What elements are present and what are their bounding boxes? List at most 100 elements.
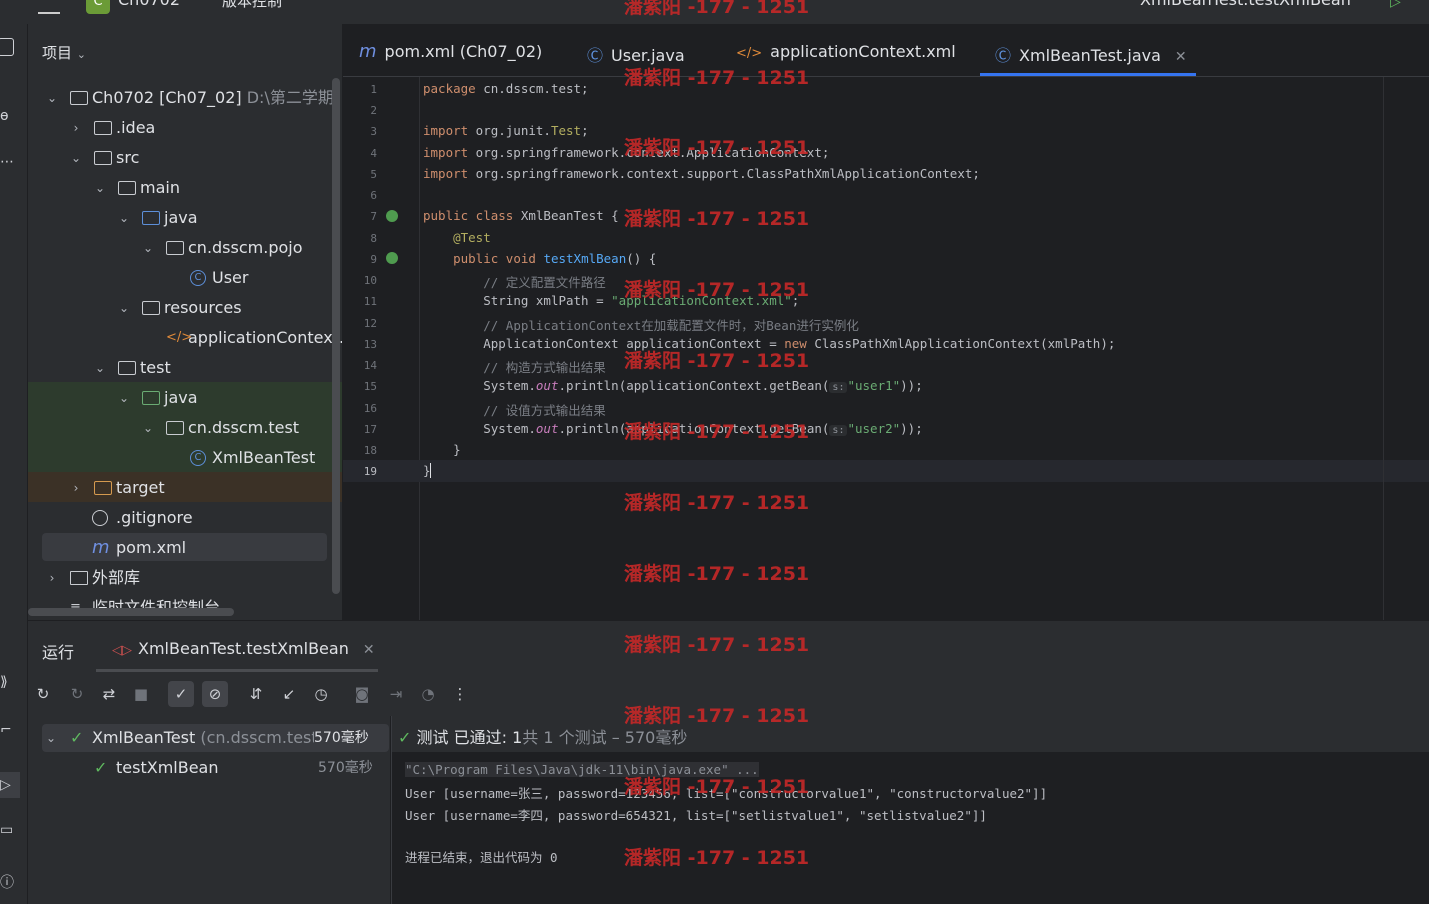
coverage-icon[interactable]: ◔: [418, 684, 438, 704]
tree-item-pom[interactable]: m pom.xml: [28, 533, 328, 563]
watermark: 潘紫阳 -177 - 1251: [624, 492, 810, 514]
class-icon: C: [190, 270, 206, 286]
vcs-menu[interactable]: 版本控制: [222, 0, 282, 11]
line-number: 17: [363, 423, 377, 436]
passed-icon: ✓: [398, 728, 412, 747]
module-icon: [70, 91, 88, 105]
package-icon: [166, 421, 184, 435]
line-number: 1: [370, 83, 377, 96]
run-test-method-gutter-icon[interactable]: [386, 252, 398, 264]
sort-by-duration-icon[interactable]: ↙: [279, 684, 299, 704]
tree-item-main-java[interactable]: ⌄ java: [28, 203, 328, 233]
stop-icon[interactable]: ■: [131, 684, 151, 704]
line-number: 13: [363, 338, 377, 351]
tree-item-pojo-package[interactable]: ⌄ cn.dsscm.pojo: [28, 233, 328, 263]
folder-icon: [94, 151, 112, 165]
tree-item-test-java[interactable]: ⌄ java: [28, 383, 328, 413]
watermark: 潘紫阳 -177 - 1251: [624, 563, 810, 585]
project-vertical-scrollbar[interactable]: [332, 78, 340, 594]
folder-icon: [118, 361, 136, 375]
watermark: 潘紫阳 -177 - 1251: [624, 847, 810, 869]
close-tab-icon[interactable]: ✕: [1175, 49, 1187, 65]
rerun-icon[interactable]: ↻: [33, 684, 53, 704]
tab-pom-xml[interactable]: m pom.xml (Ch07_02): [359, 42, 542, 61]
tree-item-resources[interactable]: ⌄ resources: [28, 293, 328, 323]
console-line: 进程已结束，退出代码为 0: [405, 850, 558, 865]
tree-item-main[interactable]: ⌄ main: [28, 173, 328, 203]
tree-item-test[interactable]: ⌄ test: [28, 353, 328, 383]
tool-window-strip: ɵ ⋯ ⟫ ⌐ ▷ ▭ ⓘ: [0, 24, 28, 904]
watermark: 潘紫阳 -177 - 1251: [624, 421, 810, 443]
tree-item-src[interactable]: ⌄ src: [28, 143, 328, 173]
test-config-icon: ◁▷: [112, 643, 132, 658]
close-run-tab-icon[interactable]: ✕: [363, 642, 375, 658]
rerun-failed-icon[interactable]: ↻: [67, 684, 87, 704]
tree-item-test-package[interactable]: ⌄ cn.dsscm.test: [28, 413, 328, 443]
run-tab[interactable]: ◁▷ XmlBeanTest.testXmlBean ✕: [112, 639, 375, 658]
line-number: 9: [370, 253, 377, 266]
project-panel-title[interactable]: 项目 ⌄: [42, 42, 86, 63]
line-number: 18: [363, 444, 377, 457]
project-switcher[interactable]: Ch0702: [118, 0, 180, 9]
main-menu-icon[interactable]: [38, 0, 60, 14]
run-icon[interactable]: ▷: [1390, 0, 1401, 10]
tree-item-root[interactable]: ⌄ Ch0702 [Ch07_02] D:\第二学期: [28, 83, 334, 113]
code-line: public class XmlBeanTest {: [423, 208, 619, 223]
tab-application-context-xml[interactable]: </> applicationContext.xml: [736, 42, 956, 61]
code-line: package cn.dsscm.test;: [423, 81, 589, 96]
test-history-icon[interactable]: ◷: [311, 684, 331, 704]
passed-icon: ✓: [70, 728, 84, 747]
more-options-icon[interactable]: ⋮: [450, 684, 470, 704]
code-line: public void testXmlBean() {: [453, 251, 657, 266]
run-config-selector[interactable]: XmlBeanTest.testXmlBean: [1140, 0, 1351, 9]
line-number: 4: [370, 147, 377, 160]
tab-xmlbeantest-java[interactable]: Ⓒ XmlBeanTest.java ✕: [995, 42, 1187, 66]
class-icon: C: [190, 450, 206, 466]
code-line: @Test: [453, 230, 491, 245]
editor-tabs: m pom.xml (Ch07_02) Ⓒ User.java </> applica…: [343, 24, 1429, 77]
tree-item-gitignore[interactable]: .gitignore: [28, 503, 328, 533]
show-passed-icon[interactable]: ✓: [168, 681, 194, 707]
tree-item-external-libraries[interactable]: › 外部库: [28, 563, 328, 593]
watermark: 潘紫阳 -177 - 1251: [624, 67, 810, 89]
active-tab-indicator: [980, 73, 1196, 76]
structure-tool-icon[interactable]: ɵ: [0, 108, 18, 126]
import-tests-icon[interactable]: ⇥: [386, 684, 406, 704]
parameter-hint: s:: [829, 382, 848, 393]
tree-item-target[interactable]: › target: [28, 473, 328, 503]
code-line: }: [453, 442, 461, 457]
code-line: // ApplicationContext在加载配置文件时，对Bean进行实例化: [483, 318, 859, 333]
code-line: // 设值方式输出结果: [483, 403, 606, 418]
toggle-auto-test-icon[interactable]: ⇄: [99, 684, 119, 704]
passed-icon: ✓: [94, 758, 108, 777]
excluded-folder-icon: [94, 481, 112, 495]
services-tool-icon[interactable]: ⟫: [0, 674, 18, 692]
console-output[interactable]: ✓ 测试 已通过: 1共 1 个测试 – 570毫秒 "C:\Program F…: [391, 716, 1429, 904]
problems-tool-icon[interactable]: ⓘ: [0, 872, 18, 891]
screenshot-icon[interactable]: ◙: [352, 684, 372, 704]
maven-icon: m: [359, 41, 377, 62]
more-tools-icon[interactable]: ⋯: [0, 154, 18, 172]
run-tool-icon[interactable]: ▷: [0, 772, 20, 798]
tree-item-idea[interactable]: › .idea: [28, 113, 328, 143]
right-margin-guide: [1383, 77, 1384, 620]
project-badge[interactable]: C: [86, 0, 110, 14]
tree-item-application-context[interactable]: </> applicationContext.x: [28, 323, 342, 353]
library-icon: [70, 571, 88, 585]
run-test-class-gutter-icon[interactable]: [386, 210, 398, 222]
line-number: 10: [363, 274, 377, 287]
project-tool-icon[interactable]: [0, 38, 14, 56]
tree-item-xmlbeantest-class[interactable]: C XmlBeanTest: [28, 443, 328, 473]
text-cursor: [429, 463, 431, 478]
test-item-class[interactable]: ⌄ ✓ XmlBeanTest (cn.dsscm.test 570毫秒: [28, 724, 390, 752]
show-ignored-icon[interactable]: ⊘: [202, 681, 228, 707]
project-horizontal-scrollbar[interactable]: [28, 608, 234, 616]
git-tool-icon[interactable]: ⌐: [0, 722, 18, 740]
watermark: 潘紫阳 -177 - 1251: [624, 350, 810, 372]
terminal-tool-icon[interactable]: ▭: [0, 822, 18, 840]
sort-alphabetically-icon[interactable]: ⇵: [246, 684, 266, 704]
xml-file-icon: </>: [166, 330, 193, 345]
tree-item-user-class[interactable]: C User: [28, 263, 328, 293]
line-number: 11: [363, 295, 377, 308]
test-item-method[interactable]: ✓ testXmlBean 570毫秒: [28, 754, 390, 782]
